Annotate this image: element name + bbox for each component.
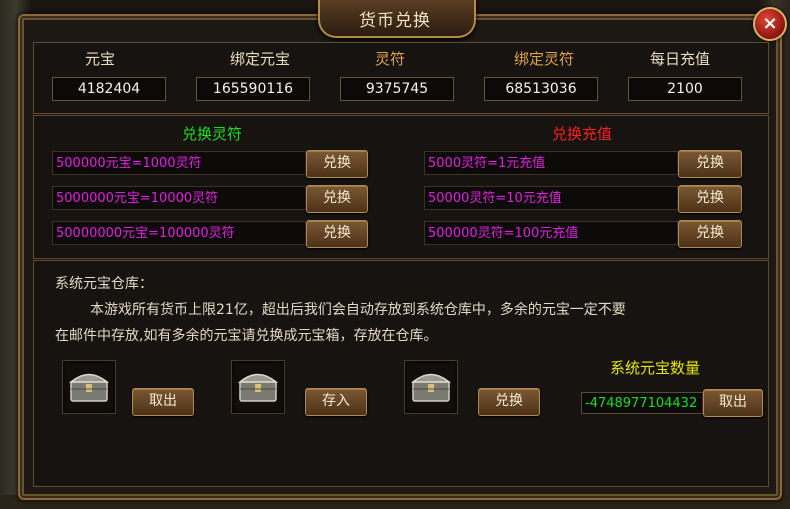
currency-label-bound-yuanbao: 绑定元宝 bbox=[229, 50, 290, 68]
currency-value-bound-lingfu: 68513036 bbox=[484, 77, 598, 101]
system-yuanbao-count-label: 系统元宝数量 bbox=[609, 359, 700, 377]
treasure-chest-icon bbox=[404, 360, 458, 414]
exchange-recharge-button-3[interactable]: 兑换 bbox=[678, 220, 742, 248]
currency-value-bound-yuanbao: 165590116 bbox=[196, 77, 310, 101]
currency-label-bound-lingfu: 绑定灵符 bbox=[513, 50, 574, 68]
lingfu-rate-3: 50000000元宝=100000灵符 bbox=[52, 221, 306, 245]
treasure-chest-icon bbox=[231, 360, 285, 414]
recharge-rate-2: 50000灵符=10元充值 bbox=[424, 186, 678, 210]
currency-value-lingfu: 9375745 bbox=[340, 77, 454, 101]
lingfu-rate-2: 5000000元宝=10000灵符 bbox=[52, 186, 306, 210]
exchange-chest-button[interactable]: 兑换 bbox=[478, 388, 540, 416]
currency-label-daily-recharge: 每日充值 bbox=[649, 50, 710, 68]
recharge-rate-3: 500000灵符=100元充值 bbox=[424, 221, 678, 245]
take-out-button[interactable]: 取出 bbox=[132, 388, 194, 416]
deposit-button[interactable]: 存入 bbox=[305, 388, 367, 416]
lingfu-rate-1: 500000元宝=1000灵符 bbox=[52, 151, 306, 175]
system-yuanbao-count-field: -4748977104432 bbox=[581, 392, 703, 414]
warehouse-notice-line1: 本游戏所有货币上限21亿，超出后我们会自动存放到系统仓库中，多余的元宝一定不要 bbox=[90, 302, 626, 318]
system-take-out-button[interactable]: 取出 bbox=[703, 389, 763, 417]
exchange-recharge-title: 兑换充值 bbox=[551, 125, 612, 143]
exchange-lingfu-button-2[interactable]: 兑换 bbox=[306, 185, 368, 213]
exchange-recharge-button-1[interactable]: 兑换 bbox=[678, 150, 742, 178]
exchange-lingfu-title: 兑换灵符 bbox=[181, 125, 242, 143]
exchange-lingfu-button-1[interactable]: 兑换 bbox=[306, 150, 368, 178]
window-title: 货币兑换 bbox=[359, 11, 431, 31]
exchange-lingfu-button-3[interactable]: 兑换 bbox=[306, 220, 368, 248]
close-icon[interactable]: × bbox=[753, 7, 787, 41]
treasure-chest-icon bbox=[62, 360, 116, 414]
currency-value-daily-recharge: 2100 bbox=[628, 77, 742, 101]
warehouse-notice-line2: 在邮件中存放,如有多余的元宝请兑换成元宝箱，存放在仓库。 bbox=[55, 328, 438, 344]
currency-label-yuanbao: 元宝 bbox=[84, 50, 115, 68]
exchange-recharge-button-2[interactable]: 兑换 bbox=[678, 185, 742, 213]
warehouse-title: 系统元宝仓库： bbox=[55, 276, 153, 292]
currency-label-lingfu: 灵符 bbox=[374, 50, 405, 68]
currency-value-yuanbao: 4182404 bbox=[52, 77, 166, 101]
recharge-rate-1: 5000灵符=1元充值 bbox=[424, 151, 678, 175]
